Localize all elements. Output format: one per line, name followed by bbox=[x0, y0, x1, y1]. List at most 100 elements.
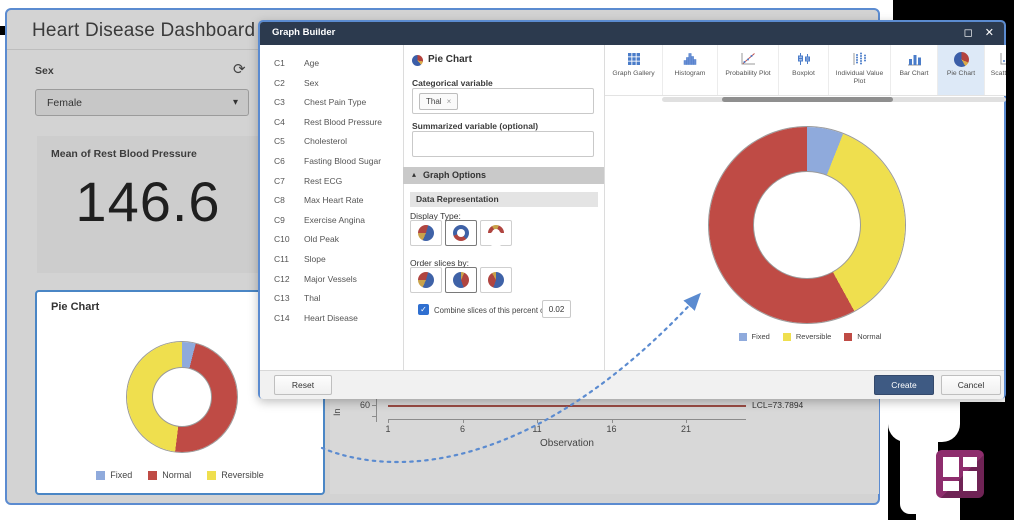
y-tick-mark bbox=[372, 416, 376, 417]
x-tick-mark bbox=[686, 419, 687, 423]
metric-card-title: Mean of Rest Blood Pressure bbox=[51, 148, 197, 160]
column-row-c2[interactable]: C2Sex bbox=[260, 78, 403, 96]
tab-pie-chart[interactable]: Pie Chart bbox=[938, 45, 985, 95]
preview-donut-legend: FixedReversibleNormal bbox=[680, 332, 940, 341]
tab-label: Probability Plot bbox=[723, 70, 772, 78]
donut-hole bbox=[153, 368, 211, 426]
legend-item: Normal bbox=[148, 470, 191, 480]
donut-option-button[interactable] bbox=[445, 220, 477, 246]
individual-value-plot-icon bbox=[852, 50, 868, 68]
close-icon[interactable]: ✕ bbox=[985, 26, 994, 40]
builder-panel-title: Pie Chart bbox=[428, 54, 472, 65]
reset-button[interactable]: Reset bbox=[274, 375, 332, 395]
tab-boxplot[interactable]: Boxplot bbox=[779, 45, 829, 95]
tab-label: Scatterplot bbox=[989, 70, 1006, 78]
dialog-title-bar: Graph Builder ◻ ✕ bbox=[260, 22, 1004, 45]
dialog-title: Graph Builder bbox=[272, 27, 335, 38]
categorical-variable-label: Categorical variable bbox=[412, 78, 493, 88]
x-tick-label: 6 bbox=[453, 424, 473, 434]
tab-label: Histogram bbox=[673, 70, 708, 78]
column-id: C10 bbox=[274, 234, 290, 244]
gauge-option-button[interactable] bbox=[480, 220, 512, 246]
pie-decreasing-option-button[interactable] bbox=[480, 267, 512, 293]
column-row-c14[interactable]: C14Heart Disease bbox=[260, 313, 403, 331]
normal-swatch bbox=[148, 471, 157, 480]
graph-gallery-toolbar: Graph Gallery Histogram Probability Plot Bo… bbox=[605, 45, 1006, 95]
remove-chip-icon[interactable]: × bbox=[447, 97, 452, 106]
legend-label: Fixed bbox=[110, 470, 132, 480]
column-row-c5[interactable]: C5Cholesterol bbox=[260, 136, 403, 154]
column-id: C12 bbox=[274, 274, 290, 284]
normal-swatch bbox=[844, 333, 852, 341]
pie-default-option-button[interactable] bbox=[410, 267, 442, 293]
legend-label: Normal bbox=[857, 332, 881, 341]
x-tick-label: 21 bbox=[676, 424, 696, 434]
variable-chip[interactable]: Thal × bbox=[419, 93, 458, 110]
summarized-variable-input[interactable] bbox=[412, 131, 594, 157]
fixed-swatch bbox=[96, 471, 105, 480]
column-name: Thal bbox=[304, 293, 321, 303]
column-row-c4[interactable]: C4Rest Blood Pressure bbox=[260, 117, 403, 135]
divider bbox=[403, 45, 404, 370]
control-chart-y-axis bbox=[376, 396, 377, 422]
graph-options-label: Graph Options bbox=[423, 170, 486, 180]
tab-histogram[interactable]: Histogram bbox=[663, 45, 718, 95]
cancel-button[interactable]: Cancel bbox=[941, 375, 1001, 395]
maximize-icon[interactable]: ◻ bbox=[964, 26, 973, 40]
column-row-c10[interactable]: C10Old Peak bbox=[260, 234, 403, 252]
column-id: C14 bbox=[274, 313, 290, 323]
graph-options-section-header[interactable]: ▴ Graph Options bbox=[403, 167, 604, 184]
column-row-c9[interactable]: C9Exercise Angina bbox=[260, 215, 403, 233]
column-name: Slope bbox=[304, 254, 326, 264]
tab-bar-chart[interactable]: Bar Chart bbox=[891, 45, 938, 95]
column-row-c6[interactable]: C6Fasting Blood Sugar bbox=[260, 156, 403, 174]
column-row-c12[interactable]: C12Major Vessels bbox=[260, 274, 403, 292]
screenshot-stage: Heart Disease Dashboard Sex ⟳ Female ▾ M… bbox=[0, 0, 1014, 520]
lcl-label: LCL=73.7894 bbox=[752, 400, 803, 410]
donut-icon bbox=[453, 225, 469, 241]
combine-slices-checkbox[interactable]: ✓ bbox=[418, 304, 429, 315]
gallery-scrollbar-thumb[interactable] bbox=[722, 97, 893, 102]
pie-option-button[interactable] bbox=[410, 220, 442, 246]
column-row-c3[interactable]: C3Chest Pain Type bbox=[260, 97, 403, 115]
column-row-c13[interactable]: C13Thal bbox=[260, 293, 403, 311]
dashboard-donut-legend: FixedNormalReversible bbox=[37, 470, 323, 480]
column-name: Cholesterol bbox=[304, 136, 347, 146]
legend-item: Reversible bbox=[783, 332, 831, 341]
gallery-scrollbar-track[interactable] bbox=[662, 97, 1006, 102]
sex-filter-dropdown[interactable]: Female ▾ bbox=[35, 89, 249, 116]
create-button[interactable]: Create bbox=[874, 375, 934, 395]
tab-label: Pie Chart bbox=[945, 70, 977, 78]
minitab-logo bbox=[936, 450, 984, 498]
column-row-c8[interactable]: C8Max Heart Rate bbox=[260, 195, 403, 213]
combine-percent-input[interactable] bbox=[542, 300, 571, 318]
column-name: Chest Pain Type bbox=[304, 97, 366, 107]
column-name: Max Heart Rate bbox=[304, 195, 364, 205]
column-id: C6 bbox=[274, 156, 285, 166]
tab-graph-gallery[interactable]: Graph Gallery bbox=[605, 45, 663, 95]
column-row-c1[interactable]: C1Age bbox=[260, 58, 403, 76]
tab-probability-plot[interactable]: Probability Plot bbox=[718, 45, 779, 95]
sex-filter-label: Sex bbox=[35, 65, 54, 77]
categorical-variable-input[interactable]: Thal × bbox=[412, 88, 594, 114]
column-name: Rest Blood Pressure bbox=[304, 117, 382, 127]
refresh-icon[interactable]: ⟳ bbox=[233, 60, 246, 78]
graph-builder-dialog: Graph Builder ◻ ✕ C1Age C2SexC3Chest Pain… bbox=[258, 20, 1006, 399]
tab-scatterplot[interactable]: Scatterplot bbox=[985, 45, 1006, 95]
legend-item: Normal bbox=[844, 332, 881, 341]
logo-cell bbox=[963, 471, 977, 491]
column-id: C1 bbox=[274, 58, 285, 68]
tab-individual-value-plot[interactable]: Individual Value Plot bbox=[829, 45, 891, 95]
column-row-c7[interactable]: C7Rest ECG bbox=[260, 176, 403, 194]
tab-label: Graph Gallery bbox=[610, 70, 656, 78]
boxplot-icon bbox=[796, 50, 812, 68]
histogram-icon bbox=[682, 50, 698, 68]
logo-cell bbox=[943, 481, 959, 491]
logo-cell bbox=[963, 457, 977, 467]
dashboard-donut-chart bbox=[127, 342, 237, 452]
pie-default-icon bbox=[418, 272, 434, 288]
pie-icon bbox=[418, 225, 434, 241]
column-id: C7 bbox=[274, 176, 285, 186]
column-row-c11[interactable]: C11Slope bbox=[260, 254, 403, 272]
pie-increasing-option-button[interactable] bbox=[445, 267, 477, 293]
